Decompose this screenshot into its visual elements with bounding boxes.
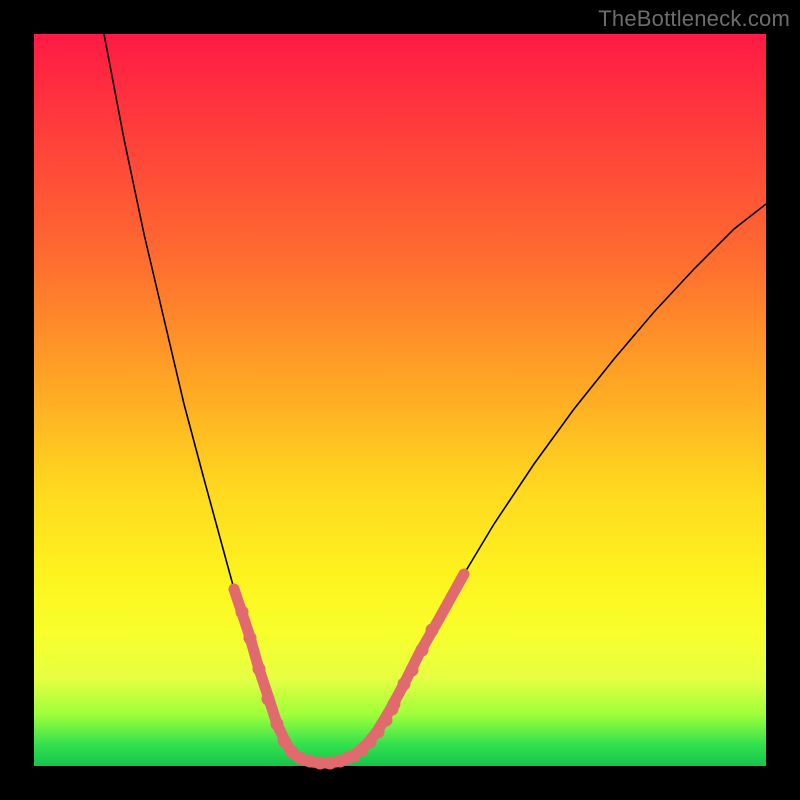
marker-dot bbox=[426, 624, 439, 637]
marker-dot bbox=[253, 663, 266, 676]
marker-dot bbox=[416, 644, 429, 657]
curve-layer bbox=[34, 34, 766, 766]
marker-dot bbox=[236, 606, 249, 619]
marker-dot bbox=[271, 718, 284, 731]
marker-stroke-right bbox=[350, 574, 464, 757]
marker-dot bbox=[244, 632, 257, 645]
marker-dot bbox=[380, 714, 393, 727]
marker-dot bbox=[386, 703, 399, 716]
plot-area bbox=[34, 34, 766, 766]
curve-left-branch bbox=[104, 34, 296, 756]
marker-dot bbox=[348, 750, 361, 763]
marker-dot bbox=[406, 664, 419, 677]
marker-dot bbox=[398, 678, 411, 691]
watermark-text: TheBottleneck.com bbox=[598, 6, 790, 32]
marker-dot bbox=[278, 735, 291, 748]
marker-dot bbox=[262, 693, 275, 706]
chart-frame: TheBottleneck.com bbox=[0, 0, 800, 800]
